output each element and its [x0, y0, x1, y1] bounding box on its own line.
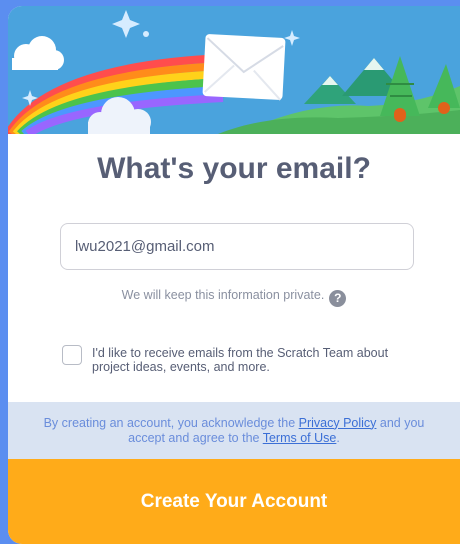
legal-prefix: By creating an account, you acknowledge … [43, 415, 299, 430]
question-mark-icon[interactable]: ? [329, 290, 347, 307]
email-optin-checkbox[interactable] [62, 345, 82, 365]
email-field[interactable] [60, 223, 414, 270]
envelope-icon [202, 34, 286, 101]
email-optin-label[interactable]: I'd like to receive emails from the Scra… [92, 346, 402, 374]
privacy-note: We will keep this information private.? [8, 288, 460, 307]
legal-text: By creating an account, you acknowledge … [34, 416, 434, 446]
banner-illustration [8, 6, 460, 134]
page-title: What's your email? [97, 152, 371, 185]
privacy-note-text: We will keep this information private. [121, 288, 325, 302]
create-account-dialog: What's your email? We will keep this inf… [8, 6, 460, 544]
legal-notice: By creating an account, you acknowledge … [8, 402, 460, 459]
legal-suffix: . [336, 430, 340, 445]
privacy-policy-link[interactable]: Privacy Policy [299, 416, 377, 430]
terms-of-use-link[interactable]: Terms of Use [263, 431, 337, 445]
create-account-button[interactable]: Create Your Account [8, 459, 460, 544]
